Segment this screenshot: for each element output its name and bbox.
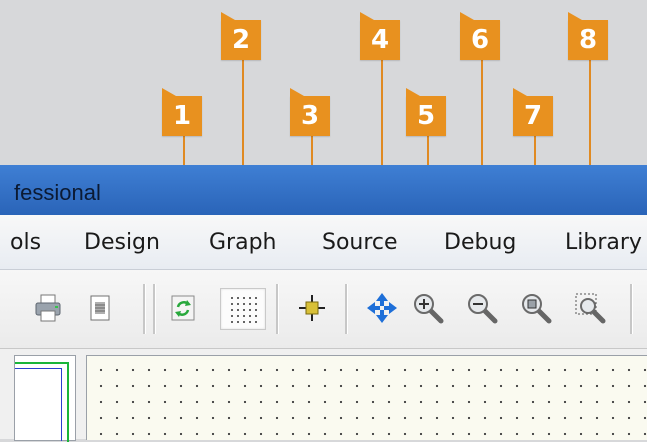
menu-design[interactable]: Design bbox=[84, 230, 160, 255]
title-bar[interactable]: fessional bbox=[0, 165, 647, 215]
menu-tools[interactable]: ols bbox=[10, 230, 41, 255]
zoom-all-icon bbox=[522, 294, 552, 324]
zoom-area-icon bbox=[575, 293, 606, 324]
refresh-icon bbox=[171, 295, 195, 321]
print-icon bbox=[35, 294, 61, 322]
refresh-button[interactable] bbox=[165, 290, 201, 326]
zoom-out-button[interactable] bbox=[464, 290, 500, 326]
zoom-in-icon bbox=[414, 294, 444, 324]
toolbar-separator bbox=[153, 284, 156, 334]
callout-badge-7: 7 bbox=[513, 96, 553, 136]
origin-icon bbox=[299, 295, 325, 321]
grid-toggle-button[interactable] bbox=[220, 288, 266, 330]
overview-panel[interactable] bbox=[14, 355, 76, 442]
callout-badge-5: 5 bbox=[406, 96, 446, 136]
schematic-grid-canvas[interactable] bbox=[86, 355, 647, 440]
window-title: fessional bbox=[14, 180, 101, 205]
zoom-all-button[interactable] bbox=[518, 290, 554, 326]
menu-debug[interactable]: Debug bbox=[444, 230, 516, 255]
callout-badge-3: 3 bbox=[290, 96, 330, 136]
toolbar-separator bbox=[276, 284, 279, 334]
menu-graph[interactable]: Graph bbox=[209, 230, 276, 255]
pan-icon bbox=[367, 293, 397, 323]
toolbar-separator bbox=[345, 284, 348, 334]
zoom-area-button[interactable] bbox=[572, 290, 608, 326]
document-button[interactable] bbox=[82, 290, 118, 326]
menu-library[interactable]: Library bbox=[565, 230, 642, 255]
origin-button[interactable] bbox=[294, 290, 330, 326]
toolbar-separator bbox=[630, 284, 633, 334]
overview-view-border bbox=[15, 368, 62, 441]
menu-bar: ols Design Graph Source Debug Library bbox=[0, 215, 647, 270]
app-window: fessional ols Design Graph Source Debug … bbox=[0, 165, 647, 442]
callout-badge-2: 2 bbox=[221, 20, 261, 60]
callout-badge-8: 8 bbox=[568, 20, 608, 60]
callout-badge-6: 6 bbox=[460, 20, 500, 60]
document-icon bbox=[90, 295, 110, 321]
callout-badge-4: 4 bbox=[360, 20, 400, 60]
toolbar-separator bbox=[143, 284, 146, 334]
zoom-out-icon bbox=[468, 294, 498, 324]
callout-badge-1: 1 bbox=[162, 96, 202, 136]
toolbar bbox=[0, 270, 647, 349]
menu-source[interactable]: Source bbox=[322, 230, 398, 255]
zoom-in-button[interactable] bbox=[410, 290, 446, 326]
print-button[interactable] bbox=[30, 290, 66, 326]
pan-button[interactable] bbox=[364, 290, 400, 326]
workspace bbox=[0, 349, 647, 442]
grid-toggle-icon bbox=[231, 297, 257, 323]
